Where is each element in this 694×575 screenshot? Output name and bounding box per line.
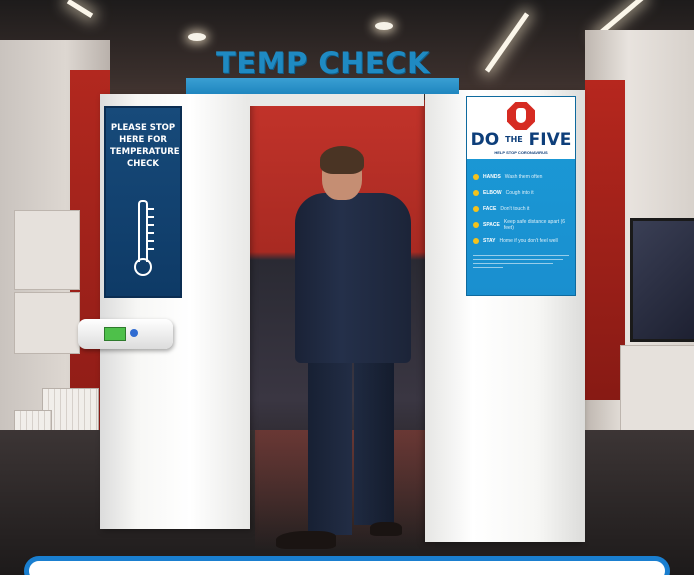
ceiling-light — [375, 22, 393, 30]
list-item: FACE Don't touch it — [473, 201, 571, 217]
stop-hand-icon — [507, 102, 535, 130]
title-do: DO — [470, 130, 500, 150]
temperature-scanner — [78, 319, 173, 349]
wall-panel — [14, 292, 80, 354]
bullet-icon — [473, 206, 479, 212]
temp-check-sign: TEMP CHECK — [216, 46, 430, 80]
ceiling-light — [188, 33, 206, 41]
person-leg — [354, 355, 394, 525]
arch-beam — [246, 94, 424, 106]
list-item: HANDS Wash them often — [473, 169, 571, 185]
display-screen — [630, 218, 694, 342]
title-the: THE — [505, 135, 523, 144]
poster-title: DO THE FIVE — [467, 131, 575, 149]
person-shoe — [370, 522, 402, 536]
five-rules-list: HANDS Wash them often ELBOW Cough into it … — [473, 169, 571, 249]
poster-subtitle: HELP STOP CORONAVIRUS — [494, 150, 548, 155]
list-item: ELBOW Cough into it — [473, 185, 571, 201]
person-shoe — [276, 531, 336, 549]
poster-fine-print — [473, 255, 569, 285]
temperature-check-scene: TEMP CHECK PLEASE STOP HERE FOR TEMPERAT… — [0, 0, 694, 575]
caption-frame — [24, 556, 670, 575]
bullet-icon — [473, 238, 479, 244]
scanner-display — [104, 327, 126, 341]
bullet-icon — [473, 222, 479, 228]
wall-panel — [14, 210, 80, 290]
list-item: SPACE Keep safe distance apart (6 feet) — [473, 217, 571, 233]
person-jacket — [295, 193, 411, 363]
title-five: FIVE — [528, 130, 572, 150]
right-red-wall — [585, 80, 625, 400]
person-hair — [320, 146, 364, 174]
poster-text: PLEASE STOP HERE FOR TEMPERATURE CHECK — [110, 123, 180, 169]
person-leg — [308, 355, 352, 535]
bullet-icon — [473, 190, 479, 196]
stop-here-poster: PLEASE STOP HERE FOR TEMPERATURE CHECK — [104, 106, 182, 298]
do-the-five-poster: DO THE FIVE HELP STOP CORONAVIRUS HANDS W… — [466, 96, 576, 296]
list-item: STAY Home if you don't feel well — [473, 233, 571, 249]
bullet-icon — [473, 174, 479, 180]
scanner-button — [130, 329, 138, 337]
